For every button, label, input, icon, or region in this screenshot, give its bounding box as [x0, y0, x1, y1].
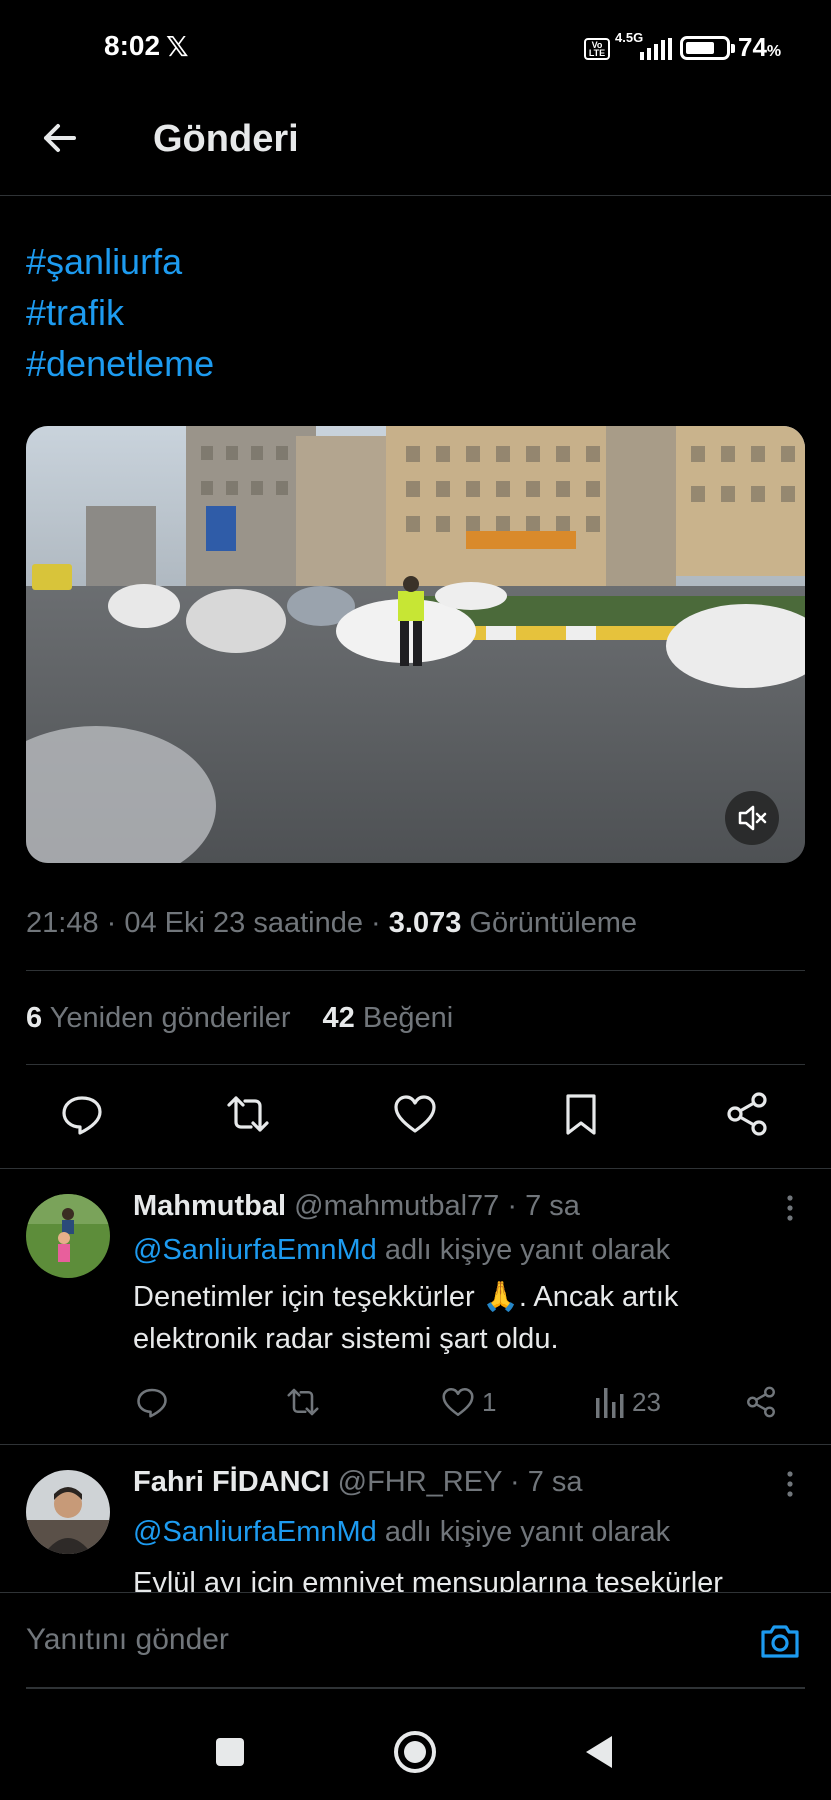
reply-compose-bar: Yanıtını gönder [0, 1592, 831, 1692]
post-stats: 6 Yeniden gönderiler 42 Beğeni [26, 1002, 453, 1035]
video-frame [26, 426, 805, 863]
reply-icon[interactable] [58, 1090, 106, 1138]
volte-icon: Vo LTE [584, 38, 610, 60]
views-label: Görüntüleme [469, 907, 638, 939]
reply-views-button[interactable]: 23 [594, 1384, 661, 1420]
reply-share-button[interactable] [744, 1384, 778, 1420]
views-count: 23 [632, 1386, 661, 1417]
share-icon [747, 1386, 775, 1418]
page-title: Gönderi [153, 118, 299, 160]
reply-header: Mahmutbal @mahmutbal77 · 7 sa [133, 1190, 580, 1222]
analytics-icon [596, 1388, 624, 1418]
like-icon[interactable] [391, 1090, 439, 1138]
like-icon [442, 1387, 474, 1417]
reply-time: 7 sa [525, 1190, 580, 1222]
reply-repost-button[interactable] [285, 1384, 321, 1420]
video-player[interactable] [26, 426, 805, 863]
repost-icon [287, 1388, 319, 1416]
battery-percent: 74% [738, 32, 782, 62]
more-options-icon[interactable] [780, 1192, 800, 1224]
top-app-bar: Gönderi [0, 96, 831, 196]
status-bar: 8:02 𝕏 Vo LTE 4.5G 74% [0, 0, 831, 96]
divider [26, 1064, 805, 1065]
reply-context: @SanliurfaEmnMd adlı kişiye yanıt olarak [133, 1234, 671, 1266]
author-handle[interactable]: @mahmutbal77 [294, 1190, 499, 1222]
hashtag-link[interactable]: #şanliurfa [26, 236, 214, 287]
reposts-stat[interactable]: 6 Yeniden gönderiler [26, 1002, 290, 1034]
reply-like-button[interactable]: 1 [440, 1384, 496, 1420]
reply-reply-button[interactable] [134, 1384, 170, 1420]
post-date: 04 Eki 23 saatinde [124, 907, 363, 939]
recents-icon[interactable] [208, 1730, 252, 1774]
mention-link[interactable]: @SanliurfaEmnMd [133, 1234, 377, 1266]
x-logo-icon: 𝕏 [166, 31, 189, 62]
avatar[interactable] [26, 1470, 110, 1554]
repost-icon[interactable] [224, 1090, 272, 1138]
home-icon[interactable] [393, 1730, 437, 1774]
arrow-left-icon[interactable] [38, 116, 82, 160]
hashtag-link[interactable]: #denetleme [26, 338, 214, 389]
avatar-image [26, 1470, 110, 1554]
reply-context: @SanliurfaEmnMd adlı kişiye yanıt olarak [133, 1516, 671, 1548]
speaker-muted-icon [738, 805, 767, 831]
back-nav-icon[interactable] [578, 1730, 622, 1774]
share-icon[interactable] [723, 1090, 771, 1138]
camera-icon[interactable] [758, 1619, 802, 1663]
status-time: 8:02 [104, 30, 161, 61]
divider [26, 970, 805, 971]
reply-action-bar: 1 23 [0, 1384, 831, 1424]
views-count: 3.073 [388, 907, 462, 939]
network-type: 4.5G [615, 30, 644, 45]
avatar-image [26, 1194, 110, 1278]
reply-item[interactable]: Mahmutbal @mahmutbal77 · 7 sa @Sanliurfa… [0, 1168, 831, 1444]
hashtag-link[interactable]: #trafik [26, 287, 214, 338]
mute-button[interactable] [725, 791, 779, 845]
post-text: #şanliurfa #trafik #denetleme [26, 236, 214, 389]
post-meta: 21:48 · 04 Eki 23 saatinde · 3.073 Görün… [26, 907, 638, 939]
likes-stat[interactable]: 42 Beğeni [323, 1002, 454, 1034]
divider [26, 1687, 805, 1689]
post-time: 21:48 [26, 907, 99, 939]
mention-link[interactable]: @SanliurfaEmnMd [133, 1516, 377, 1548]
like-count: 1 [482, 1386, 497, 1417]
reply-input[interactable]: Yanıtını gönder [26, 1623, 229, 1657]
reply-text: Eylül ayı için emniyet mensuplarına teşe… [133, 1567, 723, 1592]
author-name[interactable]: Mahmutbal [133, 1190, 286, 1222]
avatar[interactable] [26, 1194, 110, 1278]
reply-text: Denetimler için teşekkürler 🙏. Ancak art… [133, 1281, 679, 1355]
battery-icon [680, 36, 735, 60]
reply-icon [137, 1388, 167, 1418]
system-nav-bar [0, 1700, 831, 1800]
more-options-icon[interactable] [780, 1468, 800, 1500]
reply-item[interactable]: Fahri FİDANCI @FHR_REY · 7 sa @Sanliurfa… [0, 1444, 831, 1592]
author-handle[interactable]: @FHR_REY [338, 1466, 502, 1498]
bookmark-icon[interactable] [557, 1090, 605, 1138]
signal-icon [640, 38, 672, 60]
reply-time: 7 sa [527, 1466, 583, 1498]
reply-header: Fahri FİDANCI @FHR_REY · 7 sa [133, 1466, 583, 1498]
post-action-bar [0, 1090, 831, 1140]
author-name[interactable]: Fahri FİDANCI [133, 1466, 330, 1498]
